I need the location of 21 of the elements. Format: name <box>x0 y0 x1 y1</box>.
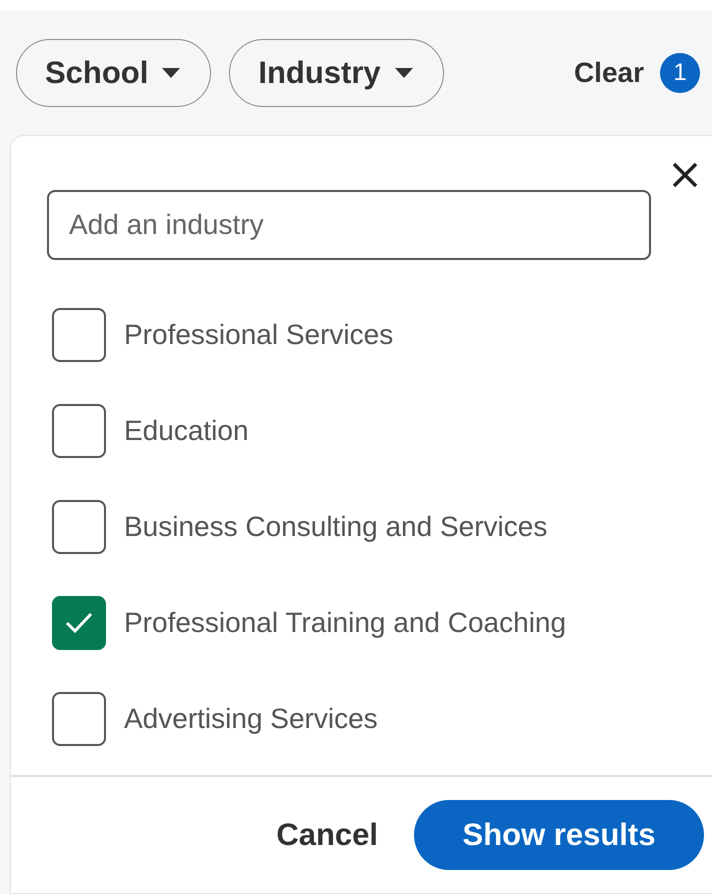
cancel-button[interactable]: Cancel <box>276 817 378 853</box>
checkbox[interactable] <box>52 404 106 458</box>
checkbox[interactable] <box>52 308 106 362</box>
count-badge: 1 <box>660 52 700 92</box>
show-results-button[interactable]: Show results <box>414 800 704 870</box>
checkbox[interactable] <box>52 692 106 746</box>
close-icon[interactable] <box>670 160 700 190</box>
checkbox[interactable] <box>52 596 106 650</box>
option-label: Professional Services <box>124 319 394 351</box>
caret-icon <box>162 68 180 78</box>
option-label: Education <box>124 415 249 447</box>
option-label: Business Consulting and Services <box>124 511 548 543</box>
option-label: Professional Training and Coaching <box>124 607 566 639</box>
search-field[interactable]: Add an industry <box>47 190 651 260</box>
caret-icon <box>394 68 413 78</box>
filter-dropdown[interactable]: Industry <box>229 38 444 106</box>
checkbox[interactable] <box>52 500 106 554</box>
clear-button[interactable]: Clear <box>574 56 644 88</box>
option-label: Advertising Services <box>124 703 378 735</box>
check-icon <box>64 611 94 635</box>
filter-dropdown[interactable]: School <box>16 38 212 106</box>
